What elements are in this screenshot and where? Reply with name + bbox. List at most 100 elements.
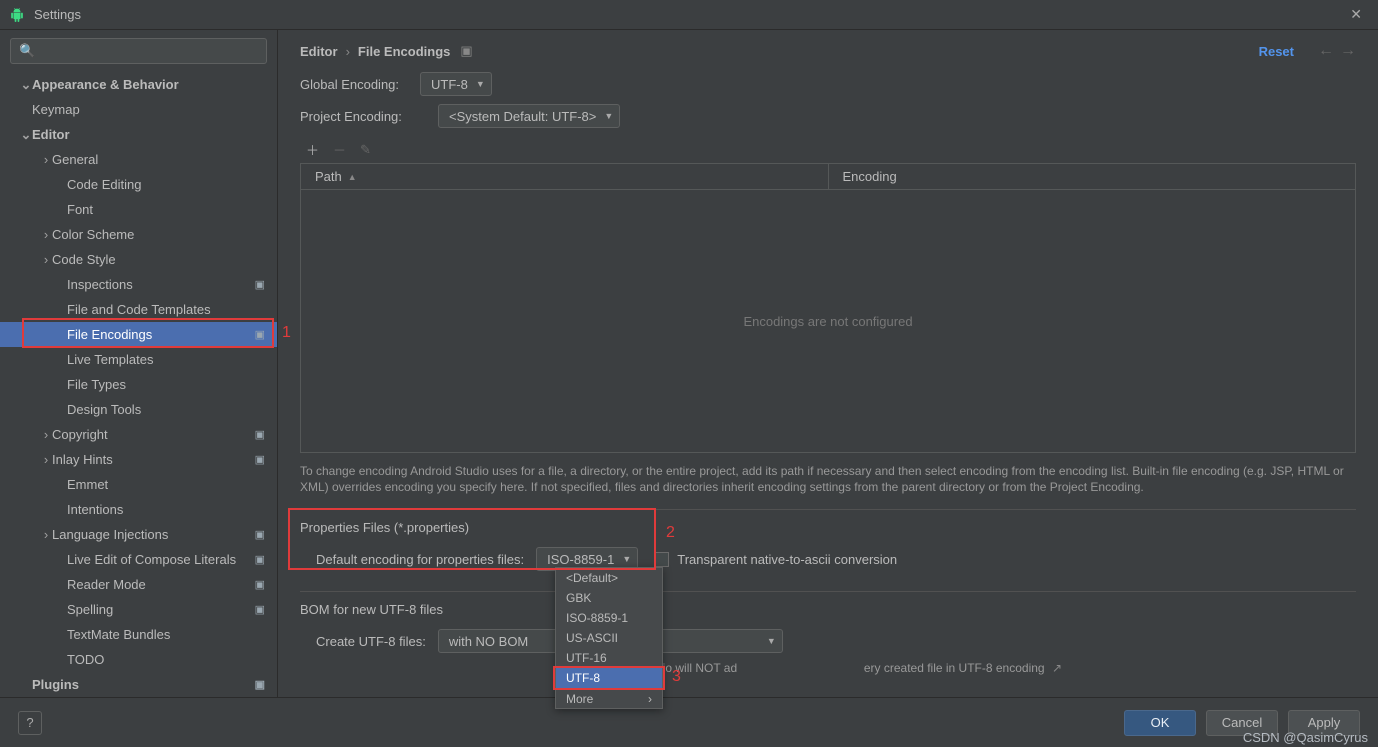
project-scope-icon: ▣ (255, 428, 265, 441)
breadcrumb: Editor › File Encodings ▣ Reset ← → (278, 30, 1378, 72)
edit-icon: ✎ (360, 142, 371, 158)
chevron-right-icon: › (40, 152, 52, 167)
sidebar-item-label: Editor (32, 127, 265, 142)
encoding-option-utf-8[interactable]: UTF-8 (556, 668, 662, 688)
chevron-down-icon: ▼ (476, 79, 485, 89)
sidebar-item-label: Keymap (32, 102, 265, 117)
ok-button[interactable]: OK (1124, 710, 1196, 736)
breadcrumb-a[interactable]: Editor (300, 44, 338, 59)
sidebar-item-live-templates[interactable]: Live Templates (0, 347, 277, 372)
col-encoding[interactable]: Encoding (829, 164, 1356, 189)
back-icon[interactable]: ← (1318, 42, 1334, 60)
sidebar-item-language-injections[interactable]: ›Language Injections▣ (0, 522, 277, 547)
sidebar-item-inspections[interactable]: Inspections▣ (0, 272, 277, 297)
project-scope-icon: ▣ (255, 528, 265, 541)
project-scope-icon: ▣ (460, 43, 472, 59)
sidebar-item-appearance-behavior[interactable]: ⌄Appearance & Behavior (0, 72, 277, 97)
table-empty: Encodings are not configured (301, 190, 1355, 452)
sidebar-item-label: Design Tools (67, 402, 265, 417)
sidebar-item-keymap[interactable]: Keymap (0, 97, 277, 122)
close-icon[interactable]: ✕ (1344, 6, 1368, 23)
properties-section-title: Properties Files (*.properties) (300, 520, 1356, 535)
table-header: Path▲ Encoding (301, 164, 1355, 190)
global-encoding-label: Global Encoding: (300, 77, 420, 92)
sidebar-item-reader-mode[interactable]: Reader Mode▣ (0, 572, 277, 597)
encoding-option-iso-8859-1[interactable]: ISO-8859-1 (556, 608, 662, 628)
bom-label: Create UTF-8 files: (316, 634, 426, 649)
sidebar-item-intentions[interactable]: Intentions (0, 497, 277, 522)
chevron-right-icon: › (648, 692, 652, 706)
sidebar-item-label: File Types (67, 377, 265, 392)
sidebar-item-label: File Encodings (67, 327, 255, 342)
sidebar-item-file-types[interactable]: File Types (0, 372, 277, 397)
watermark: CSDN @QasimCyrus (1243, 730, 1368, 745)
checkbox-icon (654, 552, 669, 567)
sidebar-item-general[interactable]: ›General (0, 147, 277, 172)
bom-note: Studio will NOT ad ery created file in U… (344, 661, 1356, 675)
sidebar-item-font[interactable]: Font (0, 197, 277, 222)
sidebar-item-textmate-bundles[interactable]: TextMate Bundles (0, 622, 277, 647)
titlebar: Settings ✕ (0, 0, 1378, 30)
sidebar-item-label: Inlay Hints (52, 452, 255, 467)
sidebar-item-label: Spelling (67, 602, 255, 617)
chevron-down-icon: ⌄ (20, 127, 32, 143)
sidebar-item-copyright[interactable]: ›Copyright▣ (0, 422, 277, 447)
footer: ? OK Cancel Apply (0, 697, 1378, 747)
settings-tree[interactable]: ⌄Appearance & BehaviorKeymap⌄Editor›Gene… (0, 72, 277, 697)
encoding-dropdown-popup[interactable]: <Default>GBKISO-8859-1US-ASCIIUTF-16UTF-… (555, 567, 663, 709)
sidebar-item-todo[interactable]: TODO (0, 647, 277, 672)
external-link-icon: ↗ (1052, 661, 1062, 675)
divider (300, 591, 1356, 592)
sidebar-item-label: Live Templates (67, 352, 265, 367)
encodings-table[interactable]: Path▲ Encoding Encodings are not configu… (300, 163, 1356, 453)
project-scope-icon: ▣ (255, 678, 265, 691)
sidebar-item-inlay-hints[interactable]: ›Inlay Hints▣ (0, 447, 277, 472)
sidebar-item-label: Code Editing (67, 177, 265, 192)
encoding-option-gbk[interactable]: GBK (556, 588, 662, 608)
sidebar-item-label: TextMate Bundles (67, 627, 265, 642)
global-encoding-combo[interactable]: UTF-8▼ (420, 72, 492, 96)
transparent-ascii-checkbox[interactable]: Transparent native-to-ascii conversion (654, 552, 897, 567)
encoding-option-utf-16[interactable]: UTF-16 (556, 648, 662, 668)
chevron-right-icon: › (40, 527, 52, 542)
sidebar-item-file-encodings[interactable]: File Encodings▣ (0, 322, 277, 347)
encoding-hint: To change encoding Android Studio uses f… (300, 463, 1356, 495)
add-icon[interactable]: ＋ (306, 140, 319, 159)
sidebar-item-color-scheme[interactable]: ›Color Scheme (0, 222, 277, 247)
sidebar-item-editor[interactable]: ⌄Editor (0, 122, 277, 147)
sidebar-item-file-and-code-templates[interactable]: File and Code Templates (0, 297, 277, 322)
sidebar-item-label: Color Scheme (52, 227, 265, 242)
path-toolbar: ＋ － ✎ (300, 136, 1356, 163)
sidebar-item-design-tools[interactable]: Design Tools (0, 397, 277, 422)
sidebar-item-emmet[interactable]: Emmet (0, 472, 277, 497)
sidebar-item-label: Font (67, 202, 265, 217)
settings-sidebar: 🔍 ⌄Appearance & BehaviorKeymap⌄Editor›Ge… (0, 30, 278, 697)
chevron-right-icon: › (346, 44, 350, 59)
sidebar-item-label: Code Style (52, 252, 265, 267)
sidebar-item-code-style[interactable]: ›Code Style (0, 247, 277, 272)
project-encoding-combo[interactable]: <System Default: UTF-8>▼ (438, 104, 620, 128)
encoding-option-more[interactable]: More› (556, 688, 662, 708)
android-icon (10, 8, 24, 22)
project-scope-icon: ▣ (255, 453, 265, 466)
project-scope-icon: ▣ (255, 328, 265, 341)
breadcrumb-b: File Encodings (358, 44, 450, 59)
sidebar-item-label: File and Code Templates (67, 302, 265, 317)
reset-button[interactable]: Reset (1259, 44, 1294, 59)
forward-icon[interactable]: → (1340, 42, 1356, 60)
project-scope-icon: ▣ (255, 553, 265, 566)
encoding-option--default-[interactable]: <Default> (556, 568, 662, 588)
sidebar-item-label: Intentions (67, 502, 265, 517)
sidebar-item-spelling[interactable]: Spelling▣ (0, 597, 277, 622)
search-input[interactable]: 🔍 (10, 38, 267, 64)
sidebar-item-live-edit-of-compose-literals[interactable]: Live Edit of Compose Literals▣ (0, 547, 277, 572)
sidebar-item-label: Appearance & Behavior (32, 77, 265, 92)
settings-content: Editor › File Encodings ▣ Reset ← → Glob… (278, 30, 1378, 697)
chevron-right-icon: › (40, 227, 52, 242)
help-button[interactable]: ? (18, 711, 42, 735)
project-scope-icon: ▣ (255, 578, 265, 591)
sidebar-item-plugins[interactable]: Plugins▣ (0, 672, 277, 697)
encoding-option-us-ascii[interactable]: US-ASCII (556, 628, 662, 648)
col-path[interactable]: Path▲ (301, 164, 829, 189)
sidebar-item-code-editing[interactable]: Code Editing (0, 172, 277, 197)
